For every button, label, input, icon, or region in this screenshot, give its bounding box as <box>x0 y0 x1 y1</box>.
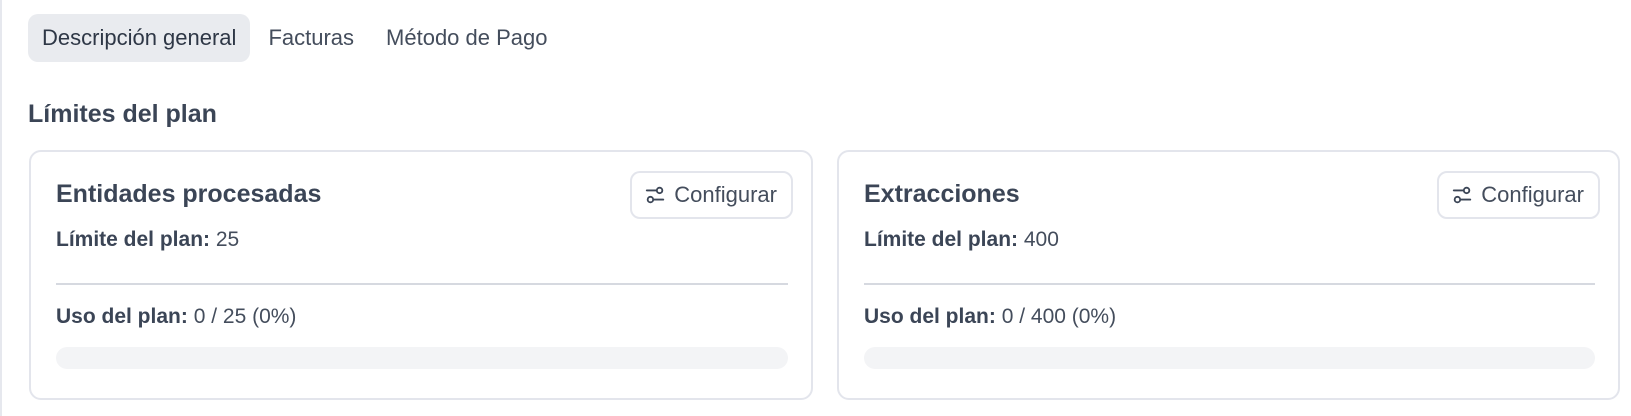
sliders-icon <box>646 186 665 204</box>
tab-bar: Descripción general Facturas Método de P… <box>28 14 562 62</box>
tab-descripcion-general[interactable]: Descripción general <box>28 14 251 62</box>
plan-usage-value: 0 / 25 (0%) <box>193 305 297 328</box>
plan-usage-value: 0 / 400 (0%) <box>1001 305 1117 328</box>
plan-limit-label: Límite del plan: <box>864 228 1019 251</box>
plan-limit-row: Límite del plan: 25 <box>56 228 239 252</box>
billing-page: Descripción general Facturas Método de P… <box>0 0 1631 416</box>
plan-usage-row: Uso del plan: 0 / 25 (0%) <box>56 305 296 329</box>
plan-limit-value: 400 <box>1023 228 1059 251</box>
divider <box>864 283 1595 285</box>
configure-button[interactable]: Configurar <box>1437 171 1600 219</box>
tab-facturas[interactable]: Facturas <box>254 14 368 62</box>
usage-progress-bar <box>864 347 1595 369</box>
plan-limit-row: Límite del plan: 400 <box>864 228 1059 252</box>
divider <box>56 283 788 285</box>
sliders-icon <box>1453 186 1472 204</box>
plan-limit-card-entidades: Entidades procesadas Configurar Límite d… <box>29 150 813 400</box>
configure-label: Configurar <box>674 182 777 207</box>
card-title: Entidades procesadas <box>56 180 322 208</box>
section-title: Límites del plan <box>28 100 217 128</box>
plan-usage-row: Uso del plan: 0 / 400 (0%) <box>864 305 1116 329</box>
plan-usage-label: Uso del plan: <box>864 305 996 328</box>
usage-progress-bar <box>56 347 788 369</box>
plan-usage-label: Uso del plan: <box>56 305 188 328</box>
plan-limit-card-extracciones: Extracciones Configurar Límite del plan:… <box>837 150 1620 400</box>
configure-button[interactable]: Configurar <box>630 171 793 219</box>
configure-label: Configurar <box>1481 182 1584 207</box>
plan-limit-value: 25 <box>215 228 240 251</box>
tab-metodo-de-pago[interactable]: Método de Pago <box>372 14 561 62</box>
card-title: Extracciones <box>864 180 1020 208</box>
plan-limit-label: Límite del plan: <box>56 228 211 251</box>
